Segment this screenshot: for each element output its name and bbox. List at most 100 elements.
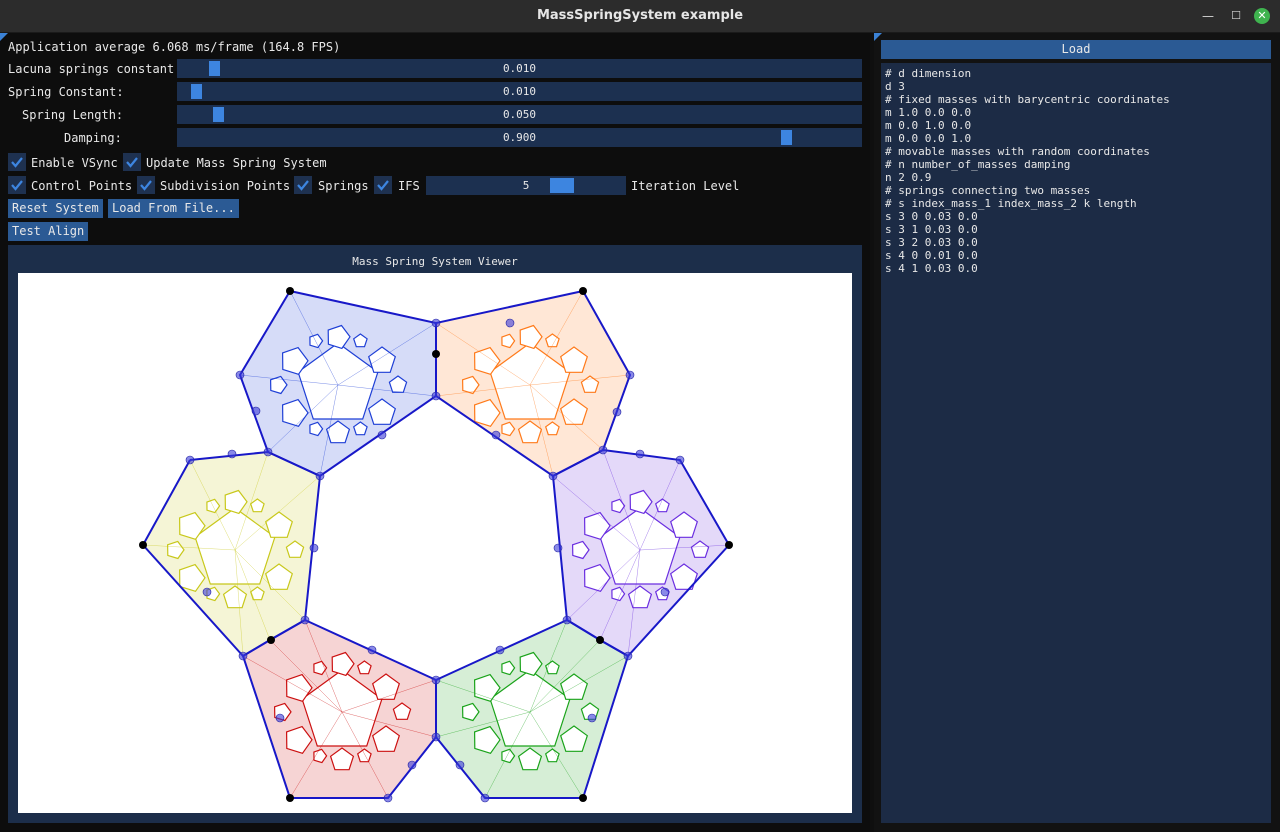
subdivision-point <box>185 455 195 465</box>
subdivision-point <box>227 449 237 459</box>
subdivision-point <box>407 760 417 770</box>
checkmark-icon <box>377 180 389 191</box>
reset-system-button[interactable]: Reset System <box>8 199 103 218</box>
viewer-title: Mass Spring System Viewer <box>352 255 518 268</box>
title-bar: MassSpringSystem example — ☐ ✕ <box>0 0 1280 33</box>
spring-constant-label: Spring Constant: <box>8 85 124 99</box>
subdivision-point <box>431 732 441 742</box>
control-point <box>432 350 440 358</box>
iteration-label: Iteration Level <box>631 179 740 193</box>
viewer-canvas[interactable] <box>18 273 852 813</box>
subdivision-point <box>431 675 441 685</box>
checkmark-icon <box>297 180 309 191</box>
subdivision-point <box>383 793 393 803</box>
close-icon[interactable]: ✕ <box>1254 8 1270 24</box>
subdivision-point <box>675 455 685 465</box>
control-point <box>579 287 587 295</box>
subdivision-point <box>202 587 212 597</box>
subdivision-point <box>367 645 377 655</box>
subdivision-point <box>455 760 465 770</box>
lacuna-constant-slider[interactable]: 0.010 <box>177 59 862 78</box>
subdivision-point <box>491 430 501 440</box>
slider-value: 0.050 <box>502 108 537 121</box>
lacuna-constant-label: Lacuna springs constant <box>8 62 175 76</box>
subdivision-point <box>315 471 325 481</box>
subdivision-point <box>562 615 572 625</box>
control-point <box>596 636 604 644</box>
fractal-drawing[interactable] <box>18 273 852 813</box>
control-point <box>139 541 147 549</box>
vsync-label: Enable VSync <box>31 156 118 170</box>
editor-line: s 4 1 0.03 0.0 <box>885 262 978 275</box>
subdivision-point <box>309 543 319 553</box>
editor-line: # n number_of_masses damping <box>885 158 1071 171</box>
subdivision-point <box>553 543 563 553</box>
checkmark-icon <box>126 157 138 168</box>
editor-line: s 3 2 0.03 0.0 <box>885 236 978 249</box>
subdivision-point <box>623 651 633 661</box>
editor-line: d 3 <box>885 80 905 93</box>
slider-value: 0.010 <box>502 62 537 75</box>
subdivision-point <box>431 318 441 328</box>
iteration-value: 5 <box>522 179 530 192</box>
ifs-label: IFS <box>398 179 420 193</box>
mass-spring-viewer: Mass Spring System Viewer <box>8 245 862 823</box>
subdivision-point <box>251 406 261 416</box>
checkmark-icon <box>140 180 152 191</box>
checkmark-icon <box>11 180 23 191</box>
controls-window: Application average 6.068 ms/frame (164.… <box>0 33 870 832</box>
subdivision-point <box>238 651 248 661</box>
window-title: MassSpringSystem example <box>536 8 744 23</box>
iteration-slider[interactable]: 5 <box>426 176 626 195</box>
subdivision-points-label: Subdivision Points <box>160 179 291 193</box>
slider-value: 0.900 <box>502 131 537 144</box>
maximize-icon[interactable]: ☐ <box>1228 8 1244 24</box>
springs-checkbox[interactable] <box>294 176 312 194</box>
update-system-checkbox[interactable] <box>123 153 141 171</box>
collapse-arrow-icon[interactable] <box>0 33 8 41</box>
subdivision-point <box>598 445 608 455</box>
subdivision-point <box>612 407 622 417</box>
control-point <box>286 794 294 802</box>
minimize-icon[interactable]: — <box>1200 8 1216 24</box>
checkmark-icon <box>11 157 23 168</box>
editor-line: n 2 0.9 <box>885 171 932 184</box>
subdivision-point <box>660 587 670 597</box>
subdivision-point <box>275 713 285 723</box>
damping-slider[interactable]: 0.900 <box>177 128 862 147</box>
control-point <box>267 636 275 644</box>
vsync-checkbox[interactable] <box>8 153 26 171</box>
spring-length-slider[interactable]: 0.050 <box>177 105 862 124</box>
fps-text: Application average 6.068 ms/frame (164.… <box>8 40 341 54</box>
subdivision-point <box>480 793 490 803</box>
editor-line: s 3 0 0.03 0.0 <box>885 210 978 223</box>
editor-line: # springs connecting two masses <box>885 184 1091 197</box>
spring-constant-slider[interactable]: 0.010 <box>177 82 862 101</box>
control-points-label: Control Points <box>31 179 133 193</box>
update-system-label: Update Mass Spring System <box>146 156 327 170</box>
control-point <box>579 794 587 802</box>
control-point <box>286 287 294 295</box>
damping-label: Damping: <box>64 131 122 145</box>
ifs-checkbox[interactable] <box>374 176 392 194</box>
editor-line: s 4 0 0.01 0.0 <box>885 249 978 262</box>
control-points-checkbox[interactable] <box>8 176 26 194</box>
editor-line: # movable masses with random coordinates <box>885 145 1150 158</box>
subdivision-point <box>431 391 441 401</box>
editor-line: m 1.0 0.0 0.0 <box>885 106 972 119</box>
editor-line: # s index_mass_1 index_mass_2 k length <box>885 197 1137 210</box>
control-point <box>725 541 733 549</box>
load-text-editor[interactable]: # d dimension d 3 # fixed masses with bary… <box>881 63 1271 823</box>
editor-line: s 3 1 0.03 0.0 <box>885 223 978 236</box>
subdivision-points-checkbox[interactable] <box>137 176 155 194</box>
editor-line: m 0.0 1.0 0.0 <box>885 119 972 132</box>
subdivision-point <box>495 645 505 655</box>
subdivision-point <box>548 471 558 481</box>
load-from-file-button[interactable]: Load From File... <box>108 199 239 218</box>
load-window: Load # d dimension d 3 # fixed masses with… <box>874 33 1280 832</box>
subdivision-point <box>235 370 245 380</box>
slider-grab[interactable] <box>550 178 574 193</box>
subdivision-point <box>587 713 597 723</box>
subdivision-point <box>377 430 387 440</box>
test-align-button[interactable]: Test Align <box>8 222 89 241</box>
